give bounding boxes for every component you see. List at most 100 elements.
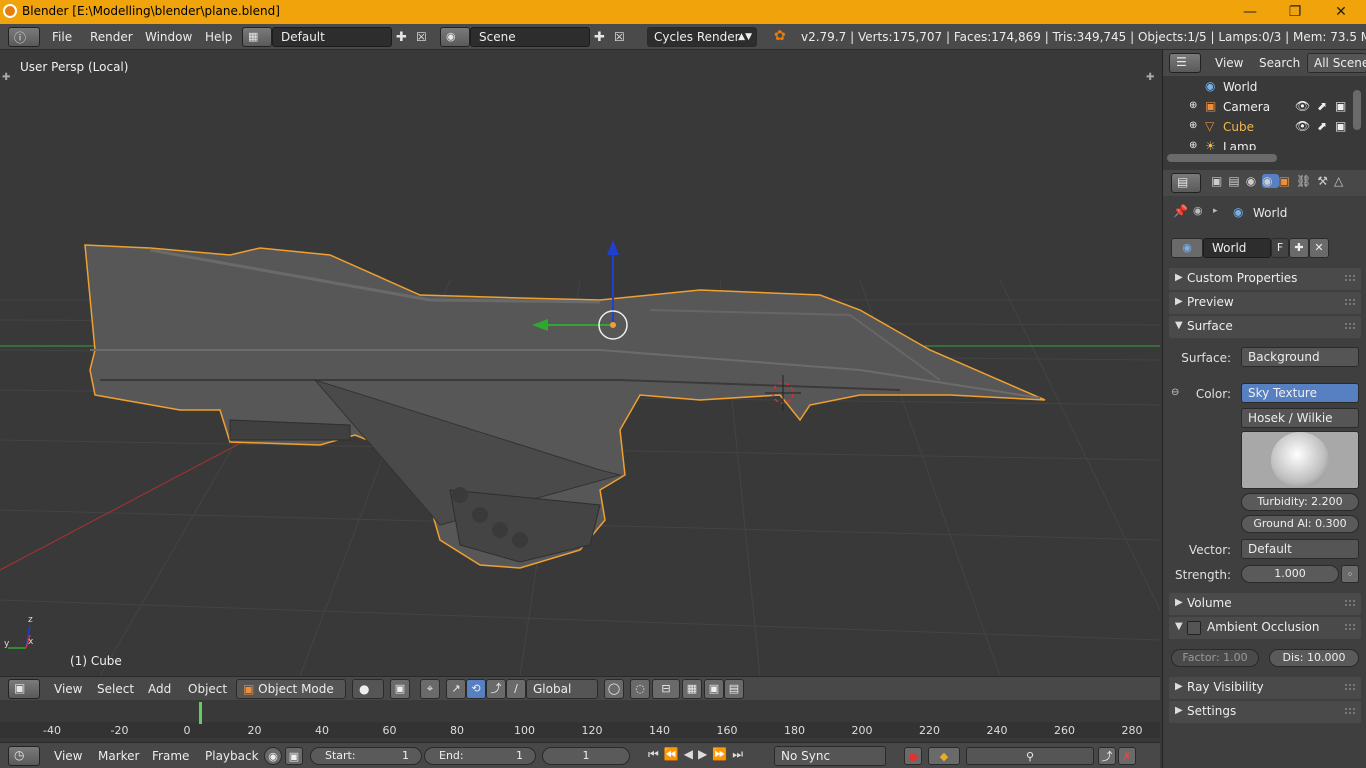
data-tab-icon[interactable]: △ [1334,174,1349,188]
render-image-button[interactable]: ▣ [704,679,724,699]
new-world-button[interactable]: ✚ [1289,238,1309,258]
panel-volume[interactable]: ▶ Volume [1169,593,1361,615]
pivot-point-button[interactable]: ▣ [390,679,410,699]
scale-manipulator-button[interactable]: ⤴ [486,679,506,699]
outliner-v-scrollbar[interactable] [1353,90,1361,130]
turbidity-field[interactable]: Turbidity: 2.200 [1241,493,1359,511]
remove-layout-icon[interactable]: ☒ [416,30,427,44]
outliner-menu-search[interactable]: Search [1259,56,1300,70]
world-tab-icon[interactable]: ◉ [1262,174,1279,188]
outliner-filter-select[interactable]: All Scenes [1307,53,1366,73]
outliner-h-scrollbar[interactable] [1167,154,1277,162]
end-frame-field[interactable]: End: 1 [424,747,536,765]
drag-grip-icon[interactable] [1345,323,1355,329]
timeline-area[interactable]: -40 -20 0 20 40 60 80 100 120 140 160 180 200 220 240 2… [0,700,1160,742]
properties-editor[interactable]: ▤ ▣▤◉◉▣⛓⚒△ 📌 ◉ ▸ ◉ World ◉ World F ✚ ✕ ▶… [1162,170,1366,768]
drag-grip-icon[interactable] [1345,299,1355,305]
drag-grip-icon[interactable] [1345,708,1355,714]
outliner[interactable]: ☰ View Search All Scenes ◉ World ⊕ ▣ Cam… [1162,50,1366,170]
render-visibility-icon[interactable]: ▣ [1335,99,1346,113]
layout-selector-button[interactable]: ▦ [242,27,272,47]
layout-name-field[interactable]: Default [272,27,392,47]
expand-icon[interactable]: ⊕ [1189,140,1197,150]
menu-timeline-view[interactable]: View [54,749,82,763]
render-animation-button[interactable]: ▤ [724,679,744,699]
scene-tab-icon[interactable]: ◉ [1246,174,1262,188]
menu-select[interactable]: Select [97,682,134,696]
ao-factor-field[interactable]: Factor: 1.00 [1171,649,1259,667]
color-input-select[interactable]: Sky Texture [1241,383,1359,403]
translate-manipulator-button[interactable]: ↗ [446,679,466,699]
rotate-manipulator-button[interactable]: ⟲ [466,679,486,699]
render-tab-icon[interactable]: ▣ [1211,174,1228,188]
3d-viewport[interactable]: y z x ✚ ✚ User Persp (Local) (1) Cube [0,50,1160,676]
auto-keying-button[interactable]: ● [904,747,922,765]
pin-icon[interactable]: 📌 [1173,204,1188,218]
eye-icon[interactable]: 👁 [1295,119,1310,133]
manipulator-toggle-button[interactable]: ⌖ [420,679,440,699]
browse-world-button[interactable]: ◉ [1171,238,1203,258]
current-frame-field[interactable]: 1 [542,747,630,765]
plane-mesh[interactable] [84,244,1046,569]
sync-mode-select[interactable]: No Sync [774,746,886,766]
outliner-row-camera[interactable]: ⊕ ▣ Camera 👁 ⬈ ▣ [1163,98,1349,118]
current-frame-marker[interactable] [199,702,202,724]
modifiers-tab-icon[interactable]: ⚒ [1317,174,1334,188]
editor-type-info-button[interactable]: ⓘ [8,27,40,47]
play-reverse-icon[interactable]: ◀ [684,747,698,761]
menu-render[interactable]: Render [90,30,133,44]
close-icon[interactable]: ✕ [1321,2,1361,22]
prev-key-icon[interactable]: ⏪ [664,747,684,761]
render-visibility-icon[interactable]: ▣ [1335,119,1346,133]
add-layout-icon[interactable]: ✚ [396,30,407,45]
cursor-select-icon[interactable]: ⬈ [1317,99,1327,113]
transform-extra-button[interactable]: ∕ [506,679,526,699]
constraints-tab-icon[interactable]: ⛓ [1296,174,1317,188]
panel-ray-visibility[interactable]: ▶ Ray Visibility [1169,677,1361,699]
editor-type-properties-button[interactable]: ▤ [1171,173,1201,193]
menu-frame[interactable]: Frame [152,749,189,763]
panel-surface[interactable]: ▼ Surface [1169,316,1361,338]
insert-keyframe-button[interactable]: ⤴ [1098,747,1116,765]
editor-type-outliner-button[interactable]: ☰ [1169,53,1201,73]
lock-range-button[interactable]: ▣ [285,747,303,765]
ao-enable-checkbox[interactable] [1187,621,1201,635]
drag-grip-icon[interactable] [1345,684,1355,690]
expand-icon[interactable]: ⊕ [1189,100,1197,111]
panel-preview[interactable]: ▶ Preview [1169,292,1361,314]
menu-playback[interactable]: Playback [205,749,259,763]
strength-socket-button[interactable]: ◦ [1341,565,1359,583]
cursor-select-icon[interactable]: ⬈ [1317,119,1327,133]
menu-marker[interactable]: Marker [98,749,139,763]
outliner-row-world[interactable]: ◉ World [1163,78,1349,98]
surface-shader-select[interactable]: Background [1241,347,1359,367]
region-toggle-right-icon[interactable]: ✚ [1146,72,1154,83]
minimize-icon[interactable]: — [1230,2,1270,22]
menu-add[interactable]: Add [148,682,171,696]
jump-end-icon[interactable]: ⏭ [732,747,748,761]
keying-set-button[interactable]: ◆ [928,747,960,765]
orientation-select[interactable]: Global [526,679,598,699]
add-scene-icon[interactable]: ✚ [594,30,605,45]
menu-file[interactable]: File [52,30,72,44]
drag-grip-icon[interactable] [1345,600,1355,606]
shading-select[interactable]: ● [352,679,384,699]
sun-direction-widget[interactable] [1241,431,1359,489]
render-engine-select[interactable]: Cycles Render ▲▼ [647,27,757,47]
unlink-world-button[interactable]: ✕ [1309,238,1329,258]
fake-user-button[interactable]: F [1271,238,1289,258]
transform-manipulator[interactable] [532,240,628,340]
scene-selector-button[interactable]: ◉ [440,27,470,47]
ground-albedo-field[interactable]: Ground Al: 0.300 [1241,515,1359,533]
layer-button[interactable]: ◯ [604,679,624,699]
drag-grip-icon[interactable] [1345,624,1355,630]
region-toggle-left-icon[interactable]: ✚ [2,72,10,83]
scene-name-field[interactable]: Scene [470,27,590,47]
next-key-icon[interactable]: ⏩ [712,747,732,761]
outliner-menu-view[interactable]: View [1215,56,1243,70]
start-frame-field[interactable]: Start: 1 [310,747,422,765]
outliner-row-lamp[interactable]: ⊕ ☀ Lamp [1163,138,1349,150]
outliner-row-cube[interactable]: ⊕ ▽ Cube 👁 ⬈ ▣ [1163,118,1349,138]
panel-settings[interactable]: ▶ Settings [1169,701,1361,723]
vector-select[interactable]: Default [1241,539,1359,559]
